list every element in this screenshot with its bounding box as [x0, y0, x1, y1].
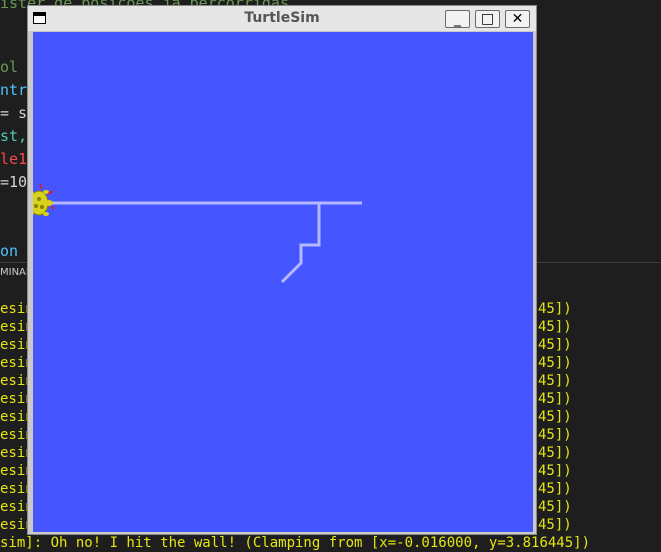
- terminal-line-suffix: 45]): [538, 373, 572, 389]
- code-line: =10: [0, 173, 28, 191]
- turtlesim-window: TurtleSim _ □ ✕: [27, 5, 537, 535]
- terminal-line-suffix: 45]): [538, 427, 572, 443]
- code-line: ol: [0, 58, 19, 76]
- terminal-line-suffix: 45]): [538, 391, 572, 407]
- terminal-line-suffix: 45]): [538, 409, 572, 425]
- terminal-line-suffix: 45]): [538, 337, 572, 353]
- turtle-drawing: [33, 32, 533, 532]
- close-button[interactable]: ✕: [505, 10, 530, 28]
- code-line: le1: [0, 150, 28, 168]
- maximize-button[interactable]: □: [475, 10, 500, 28]
- terminal-line-suffix: 45]): [538, 355, 572, 371]
- terminal-line-suffix: 45]): [538, 445, 572, 461]
- turtlesim-canvas: [33, 32, 533, 532]
- terminal-last-line: sim]: Oh no! I hit the wall! (Clamping f…: [0, 535, 591, 551]
- terminal-line-suffix: 45]): [538, 517, 572, 533]
- terminal-line-suffix: 45]): [538, 463, 572, 479]
- terminal-line-suffix: 45]): [538, 481, 572, 497]
- terminal-line-suffix: 45]): [538, 301, 572, 317]
- terminal-line-suffix: 45]): [538, 319, 572, 335]
- terminal-line-suffix: 45]): [538, 499, 572, 515]
- title-bar[interactable]: TurtleSim _ □ ✕: [28, 6, 536, 31]
- code-line: st,: [0, 127, 28, 145]
- minimize-button[interactable]: _: [445, 10, 470, 28]
